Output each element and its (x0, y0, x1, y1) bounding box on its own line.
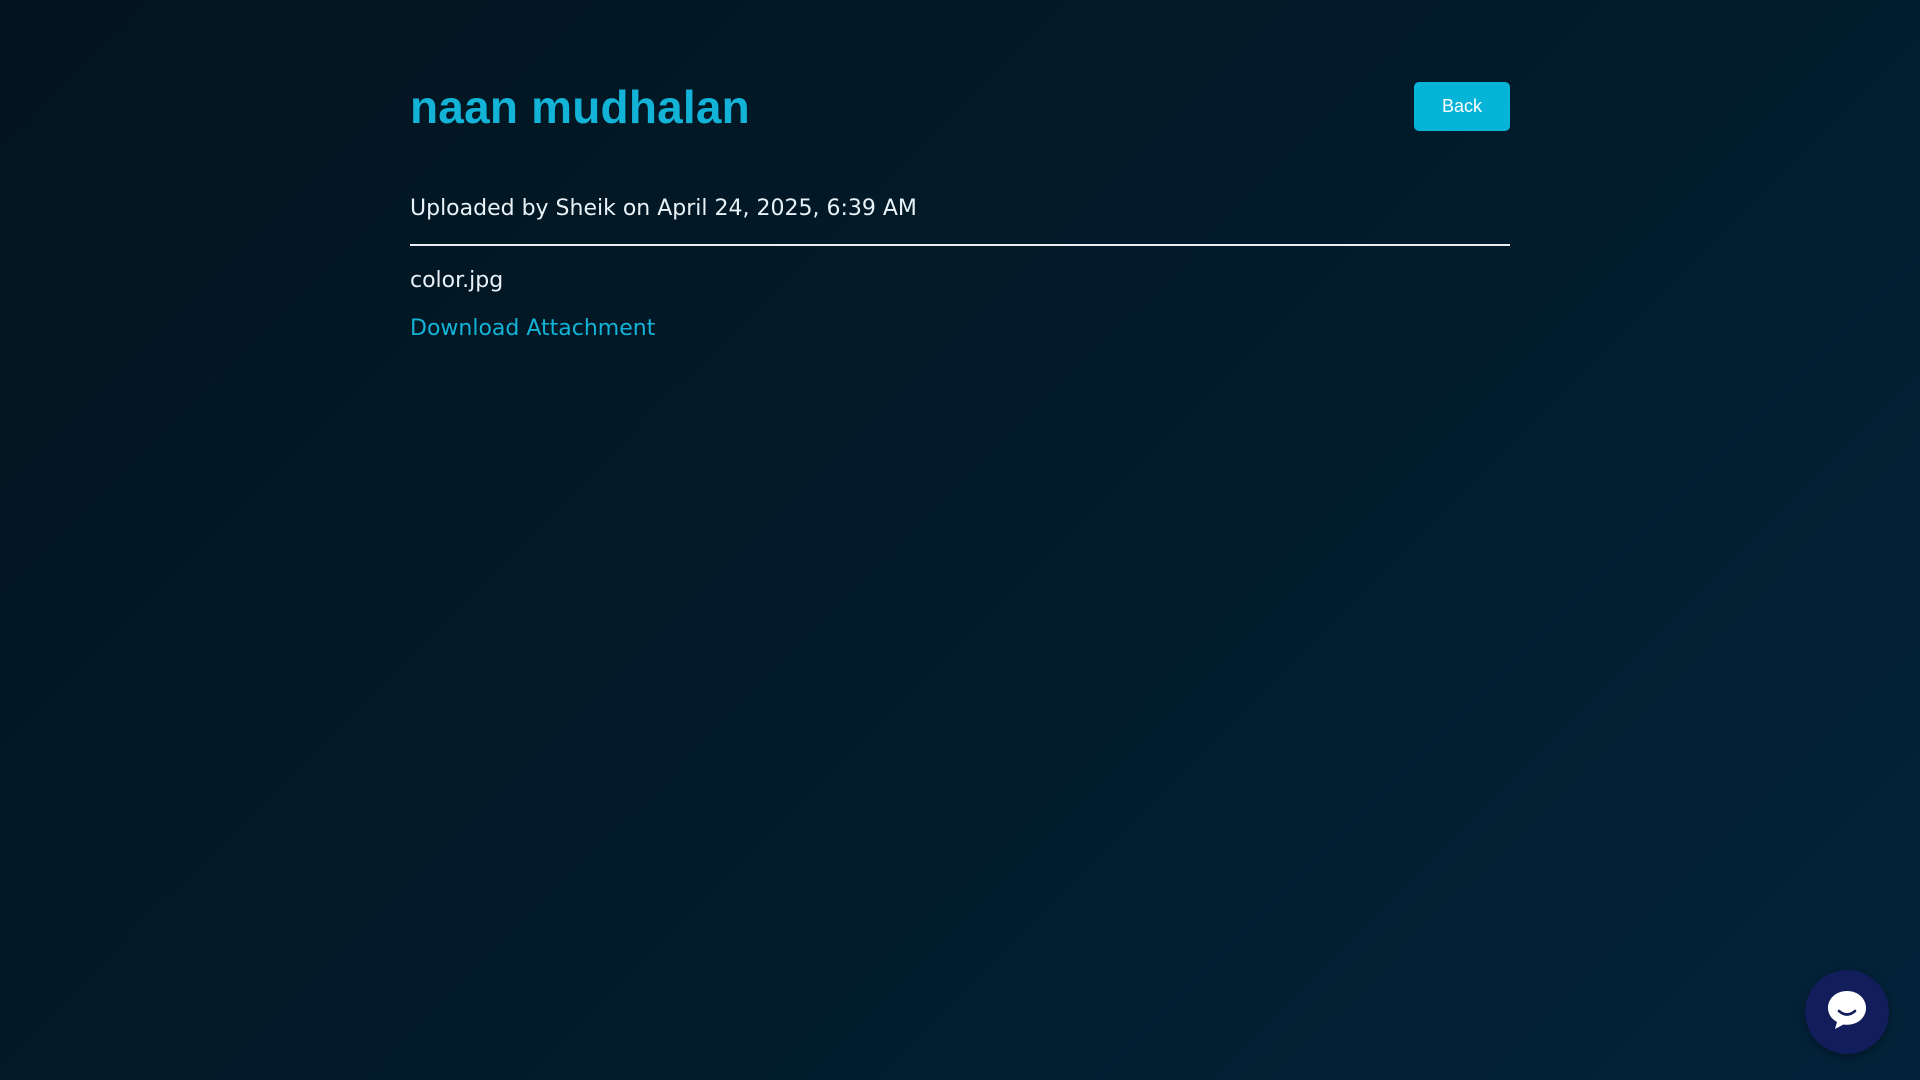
header-row: naan mudhalan Back (410, 0, 1510, 200)
chat-launcher-button[interactable] (1805, 970, 1889, 1054)
back-button[interactable]: Back (1414, 82, 1510, 131)
attachment-file-name: color.jpg (410, 268, 504, 293)
divider (410, 244, 1510, 246)
download-attachment-link[interactable]: Download Attachment (410, 313, 655, 345)
chat-bubble-icon (1824, 987, 1870, 1037)
content-container: naan mudhalan Back Uploaded by Sheik on … (410, 0, 1510, 341)
page-title: naan mudhalan (410, 81, 750, 133)
upload-info: Uploaded by Sheik on April 24, 2025, 6:3… (410, 196, 917, 221)
